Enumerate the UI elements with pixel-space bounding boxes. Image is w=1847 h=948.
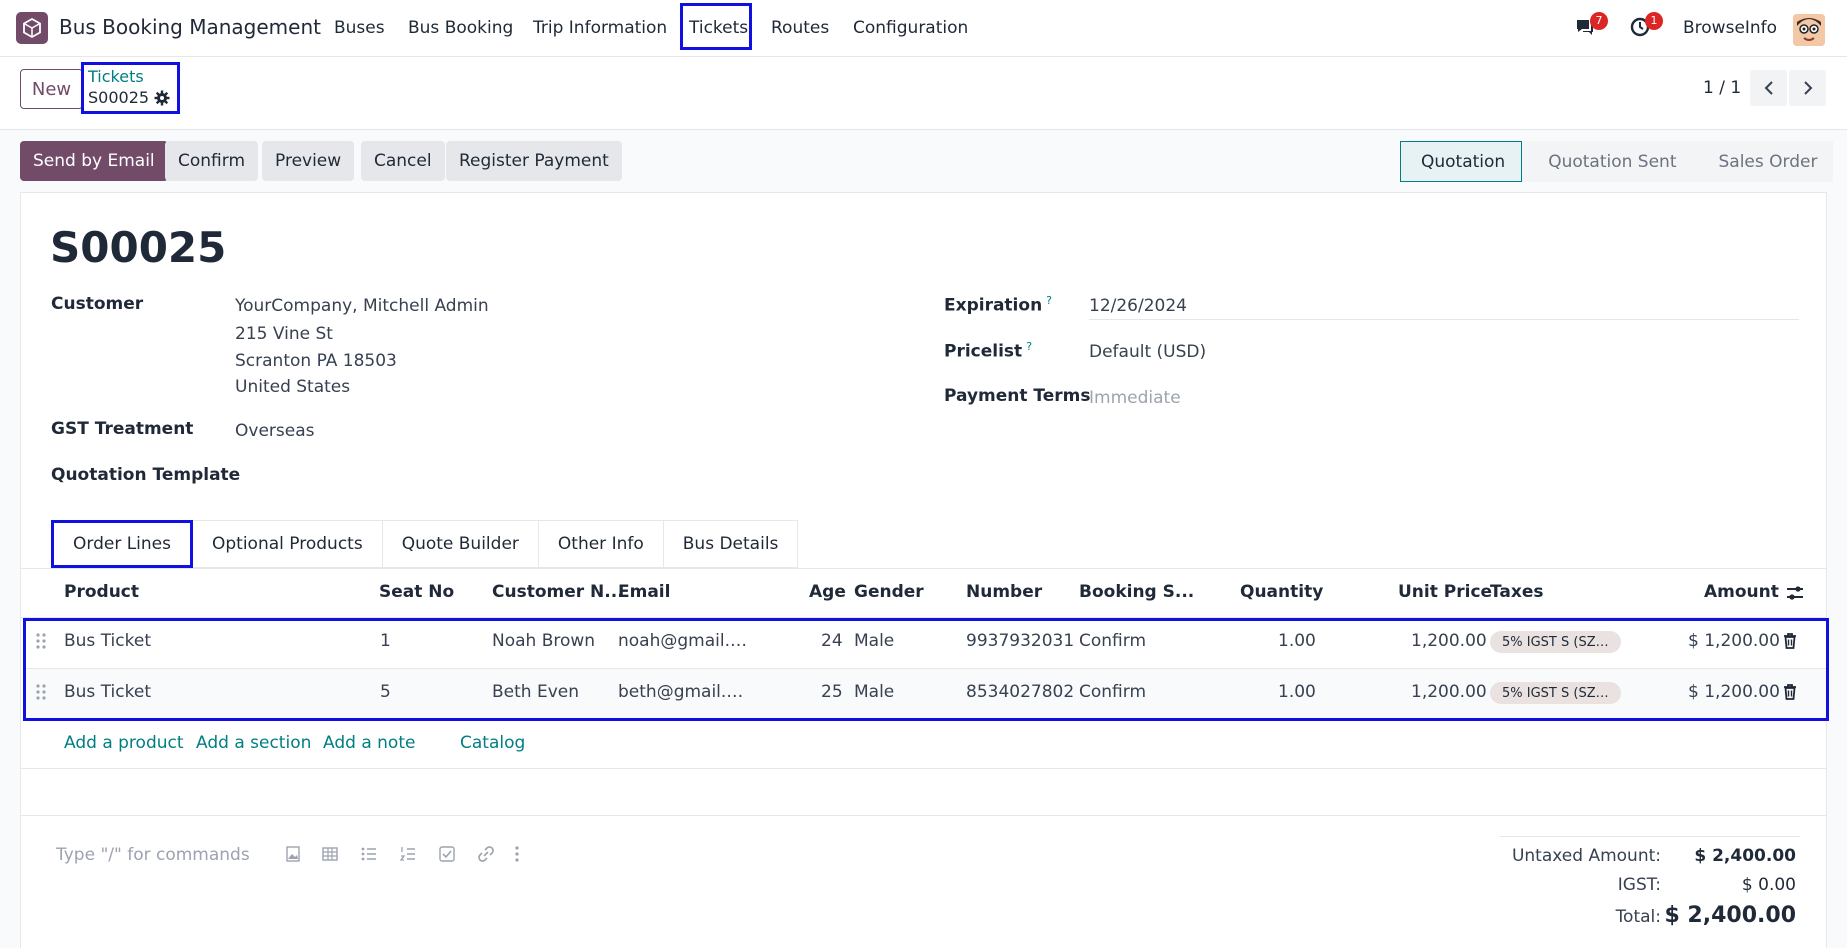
breadcrumb-current: S00025 xyxy=(88,88,170,107)
col-header-taxes[interactable]: Taxes xyxy=(1490,582,1544,602)
gst-treatment-label: GST Treatment xyxy=(51,419,194,439)
tab-quote-builder[interactable]: Quote Builder xyxy=(382,520,539,568)
tabs-divider xyxy=(21,568,1826,569)
col-header-age[interactable]: Age xyxy=(809,582,846,602)
payment-terms-input[interactable]: Immediate xyxy=(1089,388,1181,408)
user-avatar[interactable] xyxy=(1793,14,1825,46)
top-navbar: Bus Booking Management Buses Bus Booking… xyxy=(0,0,1847,57)
igst-label: IGST: xyxy=(1617,875,1661,895)
tab-order-lines[interactable]: Order Lines xyxy=(51,520,193,568)
link-icon[interactable] xyxy=(477,845,495,863)
table-bottom-divider xyxy=(21,768,1826,769)
untaxed-amount-value: $ 2,400.00 xyxy=(1694,846,1796,866)
tab-bus-details[interactable]: Bus Details xyxy=(663,520,799,568)
pricelist-value[interactable]: Default (USD) xyxy=(1089,342,1206,362)
catalog-link[interactable]: Catalog xyxy=(460,733,525,753)
status-sales-order[interactable]: Sales Order xyxy=(1692,141,1834,182)
quotation-template-label: Quotation Template xyxy=(51,465,241,485)
expiration-label: Expiration? xyxy=(944,294,1052,316)
pager-previous-button[interactable] xyxy=(1750,70,1787,106)
col-header-quantity[interactable]: Quantity xyxy=(1240,582,1323,602)
col-header-customer-name[interactable]: Customer N... xyxy=(492,582,624,602)
col-header-email[interactable]: Email xyxy=(618,582,670,602)
user-name[interactable]: BrowseInfo xyxy=(1683,18,1777,38)
image-icon[interactable] xyxy=(284,845,302,863)
confirm-button[interactable]: Confirm xyxy=(165,141,259,181)
more-options-icon[interactable] xyxy=(508,845,526,863)
customer-line-4: United States xyxy=(235,377,351,397)
preview-button[interactable]: Preview xyxy=(262,141,355,181)
add-note-link[interactable]: Add a note xyxy=(323,733,415,753)
status-bar: Quotation Quotation Sent Sales Order xyxy=(1400,141,1834,182)
add-product-link[interactable]: Add a product xyxy=(64,733,184,753)
menu-configuration[interactable]: Configuration xyxy=(853,18,968,38)
col-header-product[interactable]: Product xyxy=(64,582,139,602)
breadcrumb-tickets-link[interactable]: Tickets xyxy=(88,67,144,86)
col-header-booking-status[interactable]: Booking S... xyxy=(1079,582,1194,602)
menu-tickets-highlight xyxy=(680,3,752,50)
expiration-label-text: Expiration xyxy=(944,295,1043,316)
control-panel: New Tickets S00025 1 / 1 xyxy=(0,57,1847,130)
cancel-button[interactable]: Cancel xyxy=(361,141,445,181)
optional-columns-icon[interactable] xyxy=(1785,584,1805,602)
expiration-value[interactable]: 12/26/2024 xyxy=(1089,296,1187,316)
add-section-link[interactable]: Add a section xyxy=(196,733,311,753)
col-header-unit-price[interactable]: Unit Price xyxy=(1398,582,1492,602)
app-title[interactable]: Bus Booking Management xyxy=(59,15,321,39)
totals-divider xyxy=(1500,836,1800,837)
help-icon[interactable]: ? xyxy=(1046,294,1052,307)
igst-value: $ 0.00 xyxy=(1741,875,1796,895)
pricelist-label-text: Pricelist xyxy=(944,341,1023,362)
send-by-email-button[interactable]: Send by Email xyxy=(20,141,168,181)
menu-routes[interactable]: Routes xyxy=(771,18,829,38)
breadcrumb-current-label: S00025 xyxy=(88,88,150,107)
activities-button[interactable]: 1 xyxy=(1629,12,1663,43)
col-header-gender[interactable]: Gender xyxy=(854,582,924,602)
customer-line-1[interactable]: YourCompany, Mitchell Admin xyxy=(235,296,489,316)
gear-icon[interactable] xyxy=(154,90,170,106)
gst-treatment-value[interactable]: Overseas xyxy=(235,421,314,441)
col-header-amount[interactable]: Amount xyxy=(1704,582,1779,602)
chevron-right-icon xyxy=(1803,81,1812,95)
status-quotation[interactable]: Quotation xyxy=(1400,141,1523,182)
tab-optional-products[interactable]: Optional Products xyxy=(193,520,383,568)
total-label: Total: xyxy=(1615,907,1661,927)
messages-button[interactable]: 7 xyxy=(1574,12,1608,43)
col-header-seat-no[interactable]: Seat No xyxy=(379,582,454,602)
rows-highlight xyxy=(23,618,1829,721)
numbered-list-icon[interactable] xyxy=(399,845,417,863)
menu-bus-booking[interactable]: Bus Booking xyxy=(408,18,513,38)
customer-line-2: 215 Vine St xyxy=(235,324,333,344)
menu-buses[interactable]: Buses xyxy=(334,18,385,38)
pager-next-button[interactable] xyxy=(1789,70,1826,106)
customer-label: Customer xyxy=(51,294,144,314)
untaxed-amount-label: Untaxed Amount: xyxy=(1511,846,1661,866)
menu-trip-information[interactable]: Trip Information xyxy=(533,18,667,38)
bullet-list-icon[interactable] xyxy=(360,845,378,863)
payment-terms-label: Payment Terms xyxy=(944,386,1091,406)
status-quotation-sent[interactable]: Quotation Sent xyxy=(1522,141,1693,182)
notebook-tabs: Order Lines Optional Products Quote Buil… xyxy=(51,520,799,568)
record-name: S00025 xyxy=(50,223,227,272)
messages-badge: 7 xyxy=(1590,12,1608,30)
chevron-left-icon xyxy=(1764,81,1773,95)
register-payment-button[interactable]: Register Payment xyxy=(446,141,622,181)
app-logo-icon[interactable] xyxy=(16,12,48,44)
activities-badge: 1 xyxy=(1645,12,1663,30)
col-header-number[interactable]: Number xyxy=(966,582,1042,602)
table-icon[interactable] xyxy=(321,845,339,863)
expiration-underline xyxy=(1089,319,1799,320)
help-icon[interactable]: ? xyxy=(1026,340,1032,353)
pricelist-label: Pricelist? xyxy=(944,340,1032,362)
total-value: $ 2,400.00 xyxy=(1664,903,1796,928)
checklist-icon[interactable] xyxy=(438,845,456,863)
tab-other-info[interactable]: Other Info xyxy=(538,520,664,568)
customer-line-3: Scranton PA 18503 xyxy=(235,351,397,371)
new-button[interactable]: New xyxy=(20,69,83,109)
terms-note-editor[interactable]: Type "/" for commands xyxy=(56,845,250,865)
footer-divider xyxy=(21,815,1826,816)
pager-value[interactable]: 1 / 1 xyxy=(1703,78,1741,98)
